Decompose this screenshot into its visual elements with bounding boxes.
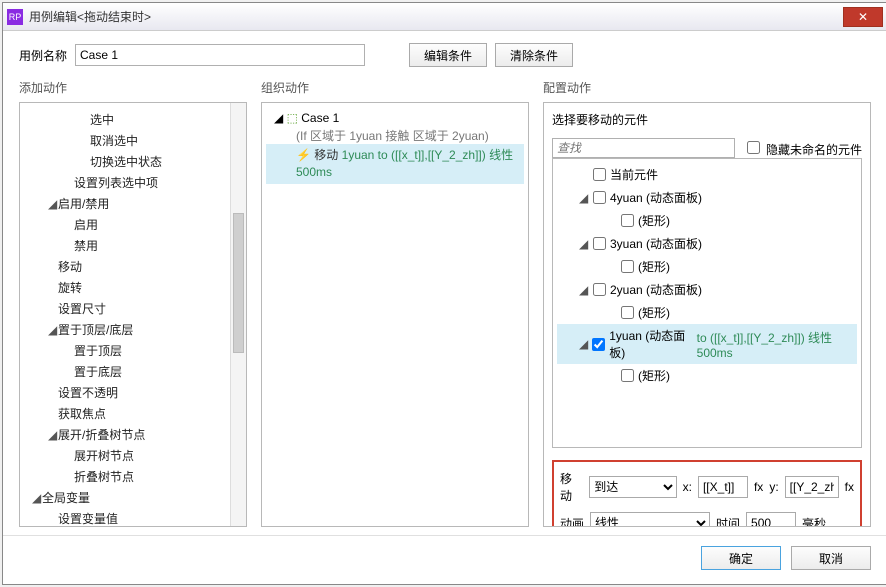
widget-checkbox[interactable] [593,168,606,181]
action-tree-item[interactable]: ◢置于顶层/底层 [24,319,242,340]
add-action-column: 添加动作 选中取消选中切换选中状态设置列表选中项◢启用/禁用启用禁用移动旋转设置… [19,75,247,527]
widget-tree[interactable]: 当前元件◢ 4yuan (动态面板) (矩形)◢ 3yuan (动态面板) (矩… [552,158,862,448]
case-icon: ⬚ [287,111,298,125]
hide-unnamed-toggle[interactable]: 隐藏未命名的元件 [743,138,862,158]
action-tree-item[interactable]: 选中 [24,109,242,130]
clear-condition-button[interactable]: 清除条件 [495,43,573,67]
organize-action-panel[interactable]: ◢ ⬚ Case 1 (If 区域于 1yuan 接触 区域于 2yuan) ⚡… [261,102,529,527]
widget-checkbox[interactable] [592,338,605,351]
case-name-input[interactable] [75,44,365,66]
case-row[interactable]: ◢ ⬚ Case 1 [266,109,524,127]
action-tree-item[interactable]: 移动 [24,256,242,277]
scrollbar[interactable] [230,103,246,526]
action-tree-item[interactable]: ◢启用/禁用 [24,193,242,214]
widget-tree-item[interactable]: (矩形) [557,301,857,324]
action-tree-item[interactable]: 置于底层 [24,361,242,382]
action-tree-item[interactable]: 设置变量值 [24,508,242,527]
action-tree-item[interactable]: 禁用 [24,235,242,256]
widget-tree-item[interactable]: ◢ 2yuan (动态面板) [557,278,857,301]
configure-action-panel: 选择要移动的元件 隐藏未命名的元件 当前元件◢ 4yuan (动态面板) (矩形… [543,102,871,527]
widget-tree-item[interactable]: ◢ 1yuan (动态面板) to ([[x_t]],[[Y_2_zh]]) 线… [557,324,857,364]
widget-checkbox[interactable] [621,260,634,273]
widget-tree-item[interactable]: ◢ 3yuan (动态面板) [557,232,857,255]
move-label: 移动 [560,470,583,504]
caret-icon: ◢ [274,111,283,125]
action-tree-item[interactable]: 切换选中状态 [24,151,242,172]
widget-checkbox[interactable] [621,369,634,382]
time-label: 时间 [716,515,740,528]
action-tree-item[interactable]: 设置列表选中项 [24,172,242,193]
move-mode-select[interactable]: 到达 [589,476,676,498]
lightning-icon: ⚡ [296,148,311,162]
case-label: Case 1 [301,111,339,125]
case-condition: (If 区域于 1yuan 接触 区域于 2yuan) [266,127,524,144]
action-tree-item[interactable]: 设置不透明 [24,382,242,403]
configure-action-header: 配置动作 [543,75,871,102]
case-name-label: 用例名称 [19,47,67,64]
widget-tree-item[interactable]: (矩形) [557,209,857,232]
x-input[interactable] [698,476,748,498]
fx-y-button[interactable]: fx [845,480,854,494]
widget-checkbox[interactable] [593,283,606,296]
move-settings-box: 移动 到达 x: fx y: fx 动画 线性 时间 毫秒 [552,460,862,527]
app-icon: RP [7,9,23,25]
ok-button[interactable]: 确定 [701,546,781,570]
edit-condition-button[interactable]: 编辑条件 [409,43,487,67]
action-verb: 移动 [314,148,338,162]
widget-tree-item[interactable]: ◢ 4yuan (动态面板) [557,186,857,209]
dialog-buttons: 确定 取消 [3,535,886,584]
animation-label: 动画 [560,515,584,528]
animation-mode-select[interactable]: 线性 [590,512,710,527]
cancel-button[interactable]: 取消 [791,546,871,570]
search-input[interactable] [552,138,735,158]
action-tree-item[interactable]: ◢全局变量 [24,487,242,508]
widget-checkbox[interactable] [593,191,606,204]
action-tree-item[interactable]: 启用 [24,214,242,235]
close-button[interactable]: ✕ [843,7,883,27]
window-title: 用例编辑<拖动结束时> [29,8,843,25]
widget-checkbox[interactable] [593,237,606,250]
action-tree-item[interactable]: 置于顶层 [24,340,242,361]
add-action-panel[interactable]: 选中取消选中切换选中状态设置列表选中项◢启用/禁用启用禁用移动旋转设置尺寸◢置于… [19,102,247,527]
action-tree-item[interactable]: 设置尺寸 [24,298,242,319]
case-editor-window: RP 用例编辑<拖动结束时> ✕ 用例名称 编辑条件 清除条件 添加动作 选中取… [2,2,886,585]
widget-tree-item[interactable]: (矩形) [557,255,857,278]
y-input[interactable] [785,476,839,498]
y-label: y: [769,480,778,494]
widget-tree-item[interactable]: (矩形) [557,364,857,387]
columns: 添加动作 选中取消选中切换选中状态设置列表选中项◢启用/禁用启用禁用移动旋转设置… [3,75,886,535]
time-input[interactable] [746,512,796,527]
x-label: x: [683,480,692,494]
ms-label: 毫秒 [802,515,826,528]
configure-action-column: 配置动作 选择要移动的元件 隐藏未命名的元件 当前元件◢ 4yuan (动态面板… [543,75,871,527]
action-tree-item[interactable]: ◢展开/折叠树节点 [24,424,242,445]
case-name-row: 用例名称 编辑条件 清除条件 [3,31,886,75]
action-tree-item[interactable]: 旋转 [24,277,242,298]
add-action-header: 添加动作 [19,75,247,102]
select-widgets-label: 选择要移动的元件 [552,111,862,134]
action-tree-item[interactable]: 展开树节点 [24,445,242,466]
widget-tree-item[interactable]: 当前元件 [557,163,857,186]
organize-action-header: 组织动作 [261,75,529,102]
organize-action-column: 组织动作 ◢ ⬚ Case 1 (If 区域于 1yuan 接触 区域于 2yu… [261,75,529,527]
titlebar: RP 用例编辑<拖动结束时> ✕ [3,3,886,31]
case-action-row[interactable]: ⚡ 移动 1yuan to ([[x_t]],[[Y_2_zh]]) 线性 50… [266,144,524,184]
widget-checkbox[interactable] [621,306,634,319]
fx-x-button[interactable]: fx [754,480,763,494]
action-tree-item[interactable]: 取消选中 [24,130,242,151]
hide-unnamed-checkbox[interactable] [747,141,760,154]
widget-checkbox[interactable] [621,214,634,227]
action-tree-item[interactable]: 获取焦点 [24,403,242,424]
action-tree-item[interactable]: 折叠树节点 [24,466,242,487]
